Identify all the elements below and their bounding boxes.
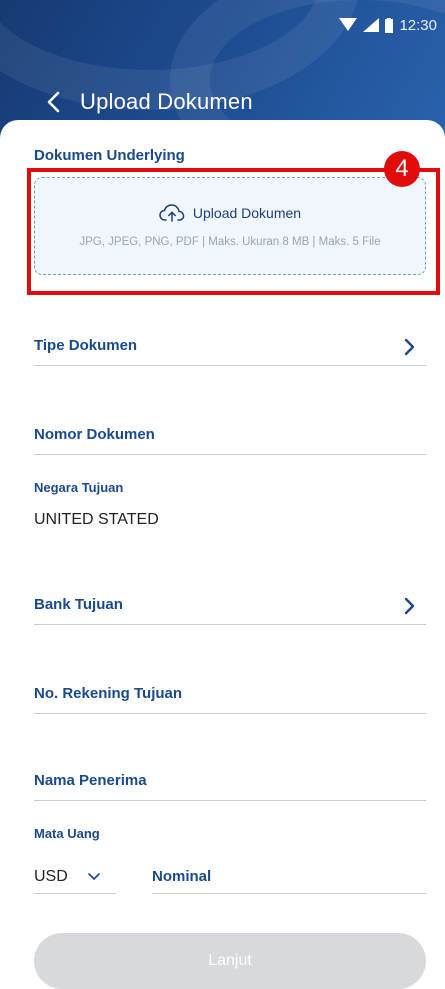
no-rekening-field[interactable]: No. Rekening Tujuan bbox=[34, 680, 426, 714]
nominal-input[interactable]: Nominal bbox=[152, 860, 426, 894]
upload-dropzone[interactable]: Upload Dokumen JPG, JPEG, PNG, PDF | Mak… bbox=[34, 177, 426, 275]
status-bar: 12:30 bbox=[339, 12, 437, 38]
bank-tujuan-label: Bank Tujuan bbox=[34, 596, 123, 613]
upload-button[interactable]: Upload Dokumen bbox=[159, 204, 301, 222]
status-time: 12:30 bbox=[399, 16, 437, 34]
nomor-dokumen-label: Nomor Dokumen bbox=[34, 426, 155, 443]
bank-tujuan-field[interactable]: Bank Tujuan bbox=[34, 591, 426, 625]
app-bar: Upload Dokumen bbox=[0, 78, 445, 126]
cloud-upload-icon bbox=[159, 204, 185, 222]
upload-hint: JPG, JPEG, PNG, PDF | Maks. Ukuran 8 MB … bbox=[79, 236, 381, 248]
mata-uang-label: Mata Uang bbox=[34, 826, 100, 841]
chevron-right-icon bbox=[404, 338, 415, 356]
wifi-icon bbox=[339, 18, 358, 31]
nominal-label: Nominal bbox=[152, 868, 212, 885]
upload-section-label: Dokumen Underlying bbox=[34, 147, 185, 164]
negara-tujuan-label: Negara Tujuan bbox=[34, 480, 124, 495]
nomor-dokumen-field[interactable]: Nomor Dokumen bbox=[34, 421, 426, 455]
chevron-down-icon bbox=[87, 872, 100, 880]
no-rekening-label: No. Rekening Tujuan bbox=[34, 685, 183, 702]
nama-penerima-field[interactable]: Nama Penerima bbox=[34, 767, 426, 801]
tipe-dokumen-label: Tipe Dokumen bbox=[34, 337, 138, 354]
battery-icon bbox=[385, 17, 394, 33]
next-button[interactable]: Lanjut bbox=[34, 933, 426, 989]
back-arrow-icon bbox=[47, 91, 60, 113]
currency-value: USD bbox=[34, 867, 68, 885]
chevron-right-icon bbox=[404, 597, 415, 615]
header: 12:30 Upload Dokumen bbox=[0, 0, 445, 140]
tipe-dokumen-field[interactable]: Tipe Dokumen bbox=[34, 332, 426, 366]
currency-select[interactable]: USD bbox=[34, 860, 116, 894]
upload-button-label: Upload Dokumen bbox=[192, 205, 302, 221]
negara-tujuan-value: UNITED STATED bbox=[34, 511, 159, 528]
page-title: Upload Dokumen bbox=[80, 89, 253, 114]
nama-penerima-label: Nama Penerima bbox=[34, 772, 147, 789]
step-badge: 4 bbox=[384, 151, 420, 187]
back-button[interactable] bbox=[36, 85, 70, 119]
signal-icon bbox=[363, 18, 380, 32]
